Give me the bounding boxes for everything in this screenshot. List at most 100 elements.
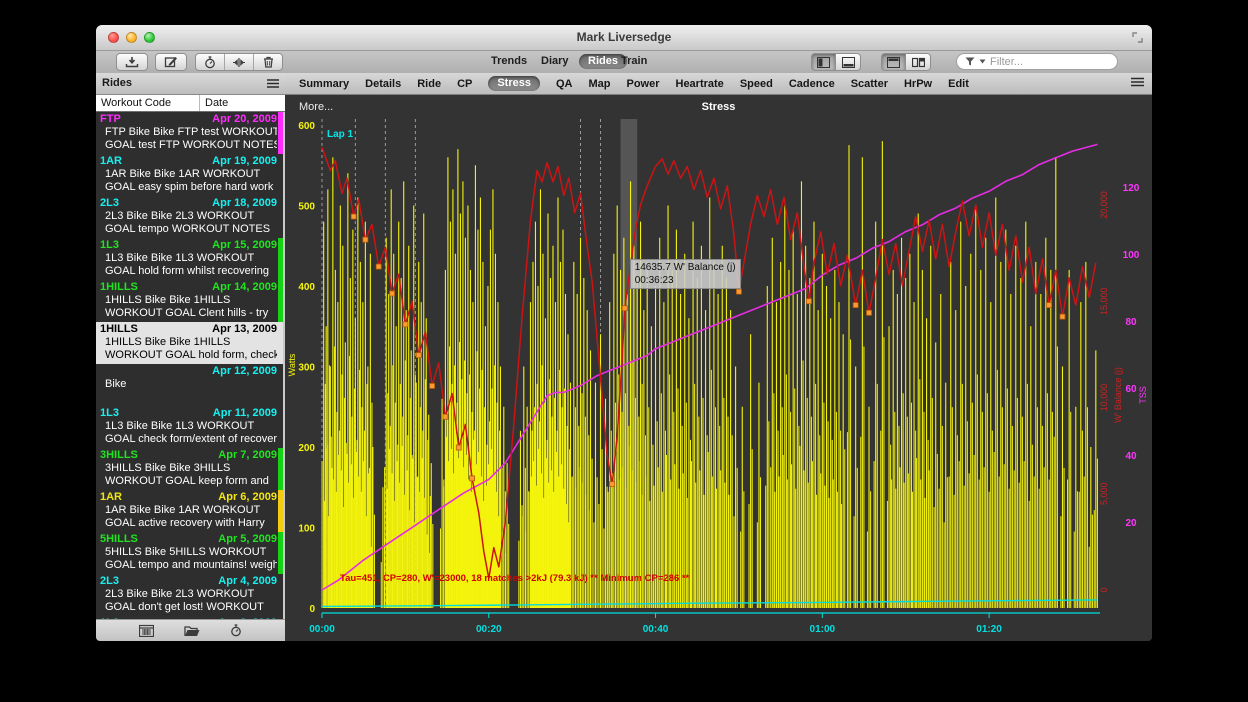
- ride-code: 1L3: [100, 617, 119, 619]
- ride-code: 1HILLS: [100, 323, 138, 336]
- chart-menu-icon[interactable]: [1131, 77, 1144, 87]
- zoom-window-button[interactable]: [144, 32, 155, 43]
- layout-toggle-group: [811, 53, 861, 71]
- grid-view-button[interactable]: [906, 53, 931, 71]
- ride-row[interactable]: 1HILLSApr 14, 20091HILLS Bike Bike 1HILL…: [96, 280, 285, 322]
- ride-date: Apr 20, 2009: [212, 113, 277, 126]
- stopwatch-icon[interactable]: [230, 624, 242, 637]
- tab-qa[interactable]: QA: [556, 78, 573, 90]
- ride-detail: GOAL tempo WORKOUT NOTES: [100, 223, 277, 236]
- tab-cadence[interactable]: Cadence: [789, 78, 835, 90]
- column-workout-code[interactable]: Workout Code: [96, 95, 200, 111]
- ride-row[interactable]: 1L3Apr 3, 2009: [96, 616, 285, 619]
- tool-group: [195, 53, 283, 71]
- download-icon: [125, 56, 139, 68]
- ride-detail: 5HILLS Bike 5HILLS WORKOUT: [100, 546, 277, 559]
- ride-date: Apr 7, 2009: [218, 449, 277, 462]
- ride-code: 1L3: [100, 407, 119, 420]
- trash-icon: [263, 56, 274, 68]
- watts-tick: 200: [298, 443, 315, 454]
- ride-row[interactable]: FTPApr 20, 2009FTP Bike Bike FTP test WO…: [96, 112, 285, 154]
- minimize-window-button[interactable]: [126, 32, 137, 43]
- ride-detail: GOAL active recovery with Harry: [100, 517, 277, 530]
- tab-power[interactable]: Power: [626, 78, 659, 90]
- ride-row[interactable]: 1L3Apr 15, 20091L3 Bike Bike 1L3 WORKOUT…: [96, 238, 285, 280]
- tab-stress[interactable]: Stress: [488, 76, 540, 91]
- ride-detail: GOAL check form/extent of recovery: [100, 433, 277, 446]
- bottombar-toggle-icon: [842, 57, 855, 68]
- chart-title: Stress: [285, 101, 1152, 113]
- ride-detail: 1AR Bike Bike 1AR WORKOUT: [100, 504, 277, 517]
- ride-row[interactable]: 1ARApr 19, 20091AR Bike Bike 1AR WORKOUT…: [96, 154, 285, 196]
- cp-annotation: Tau=451, CP=280, W'=23000, 18 matches >2…: [340, 573, 690, 584]
- ride-detail: GOAL hold form whilst recovering: [100, 265, 277, 278]
- ride-row[interactable]: 3HILLSApr 7, 20093HILLS Bike Bike 3HILLS…: [96, 448, 285, 490]
- tab-heartrate[interactable]: Heartrate: [676, 78, 724, 90]
- tab-map[interactable]: Map: [588, 78, 610, 90]
- split-arrows-icon: [232, 57, 246, 68]
- ride-detail: 1HILLS Bike Bike 1HILLS: [100, 294, 277, 307]
- nav-diary[interactable]: Diary: [541, 55, 569, 67]
- tab-scatter[interactable]: Scatter: [851, 78, 888, 90]
- ride-detail: WORKOUT GOAL hold form, check: [100, 349, 277, 362]
- tab-summary[interactable]: Summary: [299, 78, 349, 90]
- filter-placeholder: Filter...: [990, 56, 1023, 68]
- tab-speed[interactable]: Speed: [740, 78, 773, 90]
- sidebar-menu-icon[interactable]: [267, 79, 279, 88]
- ride-detail: WORKOUT GOAL Clent hills - try: [100, 307, 277, 320]
- wbal-tick: 5,000: [1099, 482, 1109, 505]
- ride-date: Apr 19, 2009: [212, 155, 277, 168]
- ride-date: Apr 11, 2009: [213, 407, 277, 420]
- tiled-view-button[interactable]: [881, 53, 906, 71]
- wbal-tick: 10,000: [1099, 384, 1109, 412]
- ride-row[interactable]: 1HILLSApr 13, 20091HILLS Bike Bike 1HILL…: [96, 322, 285, 364]
- time-tick-label: 01:20: [976, 624, 1002, 635]
- ride-code: 1HILLS: [100, 281, 138, 294]
- ride-list: FTPApr 20, 2009FTP Bike Bike FTP test WO…: [96, 112, 285, 619]
- sidebar-toggle-button[interactable]: [811, 53, 836, 71]
- split-button[interactable]: [224, 54, 253, 70]
- ride-row[interactable]: Apr 12, 2009Bike: [96, 364, 285, 406]
- ride-row[interactable]: 5HILLSApr 5, 20095HILLS Bike 5HILLS WORK…: [96, 532, 285, 574]
- tiled-view-icon: [887, 57, 900, 68]
- tab-details[interactable]: Details: [365, 78, 401, 90]
- tooltip-value: 14635.7 W' Balance (j): [635, 261, 736, 274]
- wbal-tick: 20,000: [1099, 191, 1109, 219]
- ride-list-column-header[interactable]: Workout Code Date: [96, 95, 285, 112]
- app-window: Mark Liversedge: [96, 25, 1152, 641]
- filter-input[interactable]: Filter...: [956, 53, 1118, 70]
- edit-icon: [164, 56, 178, 68]
- stress-chart-panel: 0100200300400500600Watts05,00010,00015,0…: [285, 95, 1152, 641]
- tab-cp[interactable]: CP: [457, 78, 472, 90]
- download-button[interactable]: [116, 53, 148, 71]
- tab-ride[interactable]: Ride: [417, 78, 441, 90]
- tab-hrpw[interactable]: HrPw: [904, 78, 932, 90]
- column-date[interactable]: Date: [200, 97, 228, 109]
- filter-caret-icon: [979, 59, 986, 64]
- delete-button[interactable]: [253, 54, 282, 70]
- wbal-axis-label: W' Balance (j): [1113, 367, 1123, 423]
- tab-edit[interactable]: Edit: [948, 78, 969, 90]
- ride-row[interactable]: 2L3Apr 18, 20092L3 Bike Bike 2L3 WORKOUT…: [96, 196, 285, 238]
- ride-detail: Bike: [100, 378, 277, 391]
- title-bar[interactable]: Mark Liversedge: [96, 25, 1152, 51]
- content-area: Rides Workout Code Date FTPApr 20, 2009F…: [96, 73, 1152, 641]
- window-title: Mark Liversedge: [96, 25, 1152, 50]
- bottombar-toggle-button[interactable]: [836, 53, 861, 71]
- folder-icon[interactable]: [184, 625, 200, 637]
- close-window-button[interactable]: [108, 32, 119, 43]
- nav-train[interactable]: Train: [621, 55, 647, 67]
- ride-row[interactable]: 1L3 Apr 11, 20091L3 Bike Bike 1L3 WORKOUT…: [96, 406, 285, 448]
- interval-button[interactable]: [196, 54, 224, 70]
- nav-rides[interactable]: Rides: [579, 54, 627, 69]
- nav-trends[interactable]: Trends: [491, 55, 527, 67]
- ride-row[interactable]: 2L3Apr 4, 20092L3 Bike Bike 2L3 WORKOUTG…: [96, 574, 285, 616]
- ride-row[interactable]: 1ARApr 6, 20091AR Bike Bike 1AR WORKOUTG…: [96, 490, 285, 532]
- wbal-tick: 0: [1099, 587, 1109, 592]
- calendar-icon[interactable]: [139, 624, 154, 637]
- edit-button[interactable]: [155, 53, 187, 71]
- time-tick-label: 00:20: [476, 624, 502, 635]
- stress-chart-svg[interactable]: 0100200300400500600Watts05,00010,00015,0…: [285, 95, 1152, 641]
- resize-icon[interactable]: [1131, 31, 1144, 44]
- ride-detail: 1L3 Bike Bike 1L3 WORKOUT: [100, 420, 277, 433]
